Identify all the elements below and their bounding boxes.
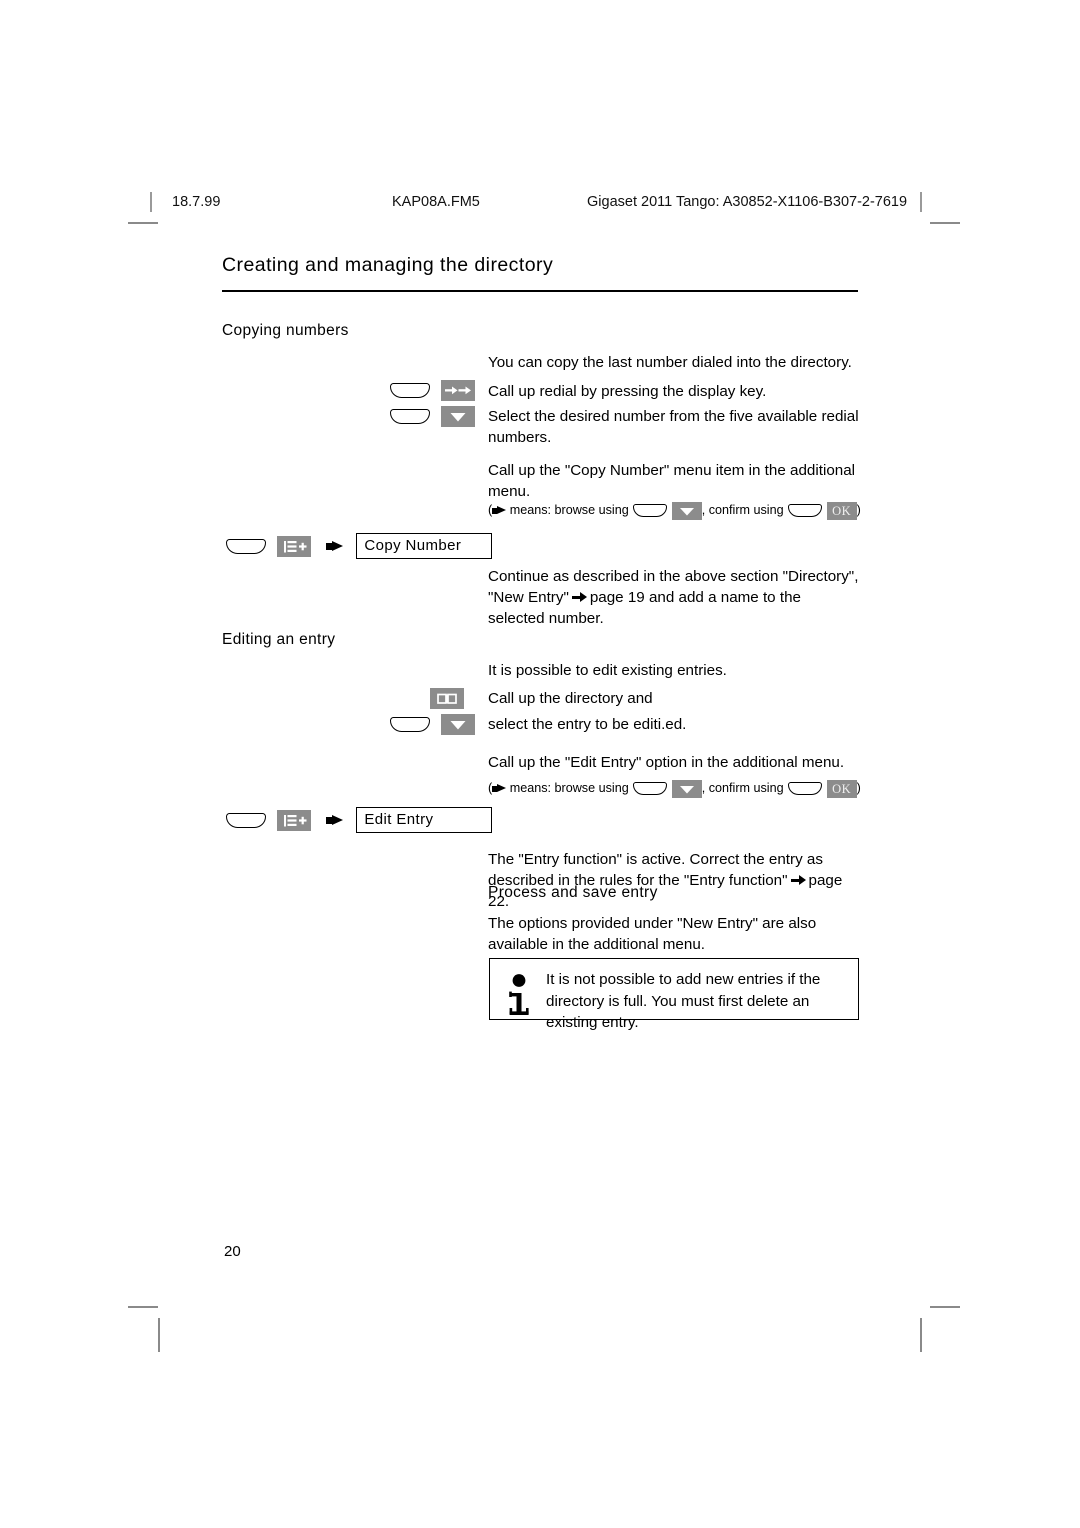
copying-step-select-text: Select the desired number from the five … <box>488 408 859 446</box>
legend-browse-confirm-copying: ( means: browse using, confirm using OK) <box>488 501 861 520</box>
legend-browse-confirm-editing: ( means: browse using, confirm using OK) <box>488 779 861 798</box>
editing-step-menu-text: Call up the "Edit Entry" option in the a… <box>488 754 845 771</box>
browse-arrow-icon <box>492 784 507 793</box>
right-arrow-icon <box>790 875 806 886</box>
editing-after-text: The "Entry function" is active. Correct … <box>488 849 863 912</box>
blank-display-key-icon[interactable] <box>226 538 266 554</box>
title-divider <box>222 290 858 292</box>
editing-intro-text: It is possible to edit existing entries. <box>488 662 727 679</box>
editing-step-select-text: select the entry to be editi.ed. <box>488 716 687 733</box>
key-row-directory <box>430 688 464 710</box>
browse-arrow-icon <box>325 540 344 552</box>
ok-key-label: OK <box>832 781 852 796</box>
editing-step-directory-text: Call up the directory and <box>488 690 653 707</box>
blank-display-key-icon[interactable] <box>390 409 430 424</box>
blank-display-key-icon[interactable] <box>787 504 822 518</box>
crop-mark-top-left <box>128 222 158 224</box>
running-header: 18.7.99 KAP08A.FM5 Gigaset 2011 Tango: A… <box>150 192 940 214</box>
copying-intro-text: You can copy the last number dialed into… <box>488 354 852 371</box>
key-row-select-entry <box>390 714 476 736</box>
list-plus-icon[interactable] <box>277 809 312 831</box>
open-book-icon[interactable] <box>430 688 464 709</box>
menu-row-edit-entry: Edit Entry <box>226 807 493 835</box>
right-arrow-icon <box>571 592 587 603</box>
header-filename: KAP08A.FM5 <box>392 194 480 210</box>
blank-display-key-icon[interactable] <box>226 812 266 828</box>
blank-display-key-icon[interactable] <box>390 717 430 732</box>
blank-display-key-icon[interactable] <box>787 782 822 796</box>
ok-key-label: OK <box>832 503 852 518</box>
key-row-redial <box>390 380 476 402</box>
legend-prefix-text: means: browse using <box>509 503 629 517</box>
legend-close-paren: ) <box>856 781 861 795</box>
section-heading-editing-an-entry: Editing an entry <box>222 631 336 648</box>
header-rule-left <box>150 192 152 212</box>
legend-middle-text: , confirm using <box>701 781 784 795</box>
ok-key-icon[interactable]: OK <box>826 501 857 520</box>
page-title: Creating and managing the directory <box>222 254 554 276</box>
blank-display-key-icon[interactable] <box>632 504 667 518</box>
blank-display-key-icon[interactable] <box>632 782 667 796</box>
menu-item-edit-entry[interactable]: Edit Entry <box>356 807 493 833</box>
browse-arrow-icon <box>325 814 344 826</box>
process-save-body-text: The options provided under "New Entry" a… <box>488 915 817 953</box>
crop-mark-bottom-left-vertical <box>158 1318 160 1352</box>
header-date: 18.7.99 <box>172 194 221 210</box>
list-plus-icon[interactable] <box>277 535 312 557</box>
down-triangle-icon[interactable] <box>441 714 476 735</box>
down-triangle-icon[interactable] <box>671 501 702 520</box>
crop-mark-bottom-left <box>128 1306 158 1308</box>
menu-item-copy-number[interactable]: Copy Number <box>356 533 493 559</box>
info-note-text: It is not possible to add new entries if… <box>546 971 821 1031</box>
section-heading-copying-numbers: Copying numbers <box>222 322 349 339</box>
legend-prefix-text: means: browse using <box>509 781 629 795</box>
down-triangle-icon[interactable] <box>441 406 476 427</box>
ok-key-icon[interactable]: OK <box>826 779 857 798</box>
copying-step-redial-text: Call up redial by pressing the display k… <box>488 383 767 400</box>
copying-continue-text: Continue as described in the above secti… <box>488 566 860 629</box>
header-document-id: Gigaset 2011 Tango: A30852-X1106-B307-2-… <box>587 194 908 210</box>
double-right-arrow-icon[interactable] <box>441 380 476 401</box>
section-heading-process-and-save-entry: Process and save entry <box>488 884 658 901</box>
crop-mark-bottom-right-vertical <box>920 1318 922 1352</box>
info-note-box: It is not possible to add new entries if… <box>489 958 859 1031</box>
legend-middle-text: , confirm using <box>701 503 784 517</box>
crop-mark-bottom-right <box>930 1306 960 1308</box>
header-rule-right <box>920 192 922 212</box>
page-number: 20 <box>224 1243 241 1260</box>
info-i-icon <box>506 973 536 1021</box>
crop-mark-top-right <box>930 222 960 224</box>
down-triangle-icon[interactable] <box>671 779 702 798</box>
blank-display-key-icon[interactable] <box>390 383 430 398</box>
legend-close-paren: ) <box>856 503 861 517</box>
key-row-select-number <box>390 406 476 428</box>
browse-arrow-icon <box>492 506 507 515</box>
copying-step-menu-text: Call up the "Copy Number" menu item in t… <box>488 462 856 500</box>
menu-row-copy-number: Copy Number <box>226 533 493 561</box>
